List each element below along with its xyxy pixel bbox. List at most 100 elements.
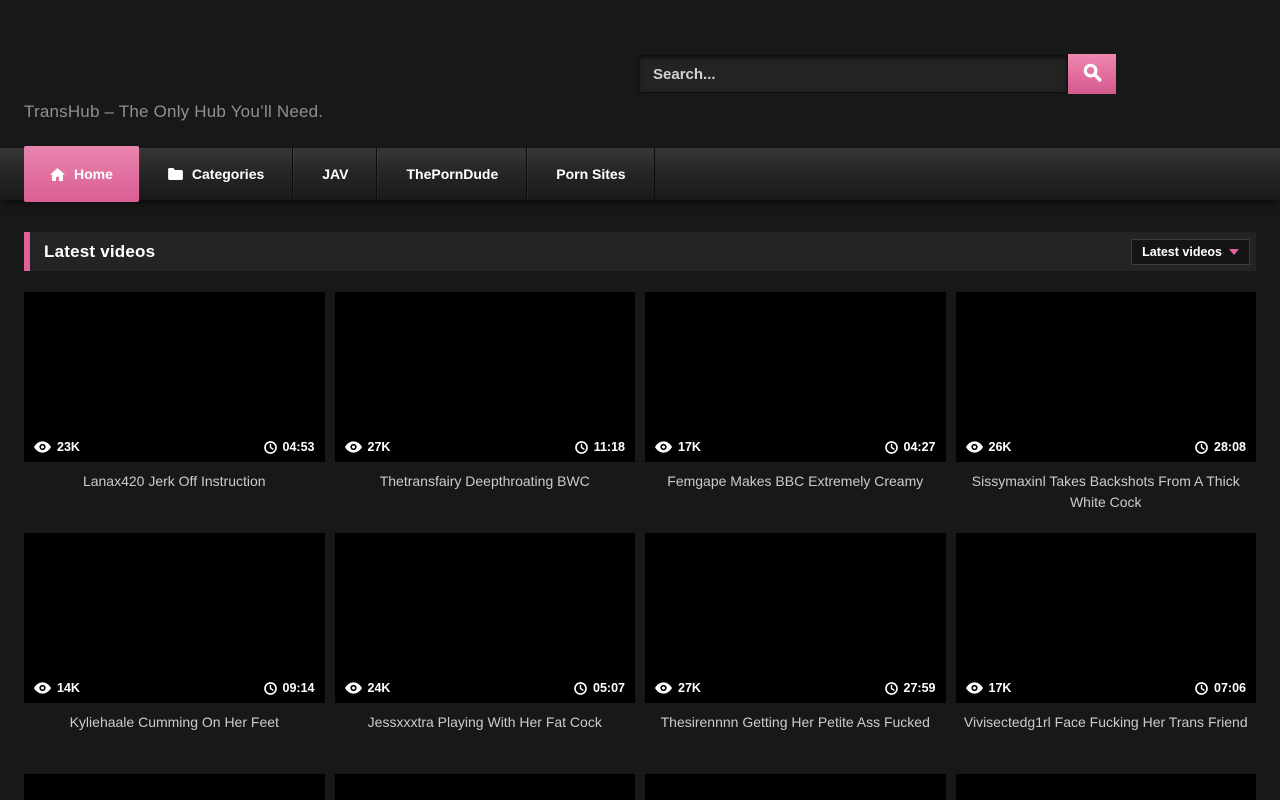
video-thumbnail[interactable]: 23K 04:53: [24, 292, 325, 462]
duration-group: 05:07: [574, 681, 625, 695]
nav-item-porn-sites[interactable]: Porn Sites: [527, 148, 654, 200]
video-duration: 05:07: [593, 681, 625, 695]
search-icon: [1083, 63, 1102, 85]
video-duration: 28:08: [1214, 440, 1246, 454]
video-meta-bar: 14K 09:14: [24, 673, 325, 703]
video-thumbnail[interactable]: 14K 09:14: [24, 533, 325, 703]
video-thumbnail[interactable]: [956, 774, 1257, 800]
view-count-group: 14K: [34, 681, 80, 695]
video-card[interactable]: 24K05:07 Jessxxxtra Playing With Her Fat …: [335, 533, 636, 754]
video-card[interactable]: 14K 09:14 Kyliehaale Cumming On Her Feet: [24, 533, 325, 754]
header: TransHub – The Only Hub You’ll Need.: [0, 0, 1280, 148]
nav-item-label: Categories: [192, 166, 264, 182]
video-thumbnail[interactable]: 27K 11:18: [335, 292, 636, 462]
nav-item-jav[interactable]: JAV: [293, 148, 377, 200]
view-count: 14K: [57, 681, 80, 695]
view-count-group: 27K: [345, 440, 391, 454]
video-duration: 27:59: [904, 681, 936, 695]
site-tagline: TransHub – The Only Hub You’ll Need.: [24, 102, 323, 122]
view-count-group: 17K: [655, 440, 701, 454]
video-card-partial[interactable]: [335, 774, 636, 800]
nav-item-label: JAV: [322, 166, 348, 182]
home-icon: [50, 168, 65, 181]
duration-group: 09:14: [264, 681, 315, 695]
section-title: Latest videos: [44, 242, 155, 262]
view-count: 17K: [678, 440, 701, 454]
duration-group: 11:18: [575, 440, 625, 454]
video-title[interactable]: Thetransfairy Deepthroating BWC: [335, 471, 636, 513]
video-thumbnail[interactable]: 26K 28:08: [956, 292, 1257, 462]
eye-icon: [34, 682, 51, 694]
video-card-partial[interactable]: [645, 774, 946, 800]
video-thumbnail[interactable]: [645, 774, 946, 800]
video-card[interactable]: 27K27:59 Thesirennnn Getting Her Petite A…: [645, 533, 946, 754]
view-count-group: 23K: [34, 440, 80, 454]
video-duration: 04:53: [283, 440, 315, 454]
view-count: 26K: [989, 440, 1012, 454]
view-count: 27K: [368, 440, 391, 454]
video-duration: 07:06: [1214, 681, 1246, 695]
eye-icon: [345, 441, 362, 453]
video-card[interactable]: 26K 28:08 Sissymaxinl Takes Backshots From…: [956, 292, 1257, 513]
video-duration: 09:14: [283, 681, 315, 695]
video-meta-bar: 26K 28:08: [956, 432, 1257, 462]
video-card[interactable]: 17K 07:06 Vivisectedg1rl Face Fucking Her …: [956, 533, 1257, 754]
eye-icon: [655, 682, 672, 694]
eye-icon: [966, 682, 983, 694]
folder-icon: [168, 168, 183, 180]
video-thumbnail[interactable]: [335, 774, 636, 800]
clock-icon: [575, 441, 588, 454]
video-title[interactable]: Kyliehaale Cumming On Her Feet: [24, 712, 325, 754]
view-count-group: 17K: [966, 681, 1012, 695]
video-card-partial[interactable]: [24, 774, 325, 800]
nav-item-theporndude[interactable]: ThePornDude: [377, 148, 527, 200]
video-meta-bar: 27K27:59: [645, 673, 946, 703]
video-title[interactable]: Femgape Makes BBC Extremely Creamy: [645, 471, 946, 513]
nav-item-categories[interactable]: Categories: [139, 148, 293, 200]
video-title[interactable]: Thesirennnn Getting Her Petite Ass Fucke…: [645, 712, 946, 754]
video-card[interactable]: 23K 04:53 Lanax420 Jerk Off Instruction: [24, 292, 325, 513]
duration-group: 07:06: [1195, 681, 1246, 695]
nav-item-home[interactable]: Home: [24, 146, 139, 202]
nav-item-label: Home: [74, 166, 113, 182]
clock-icon: [885, 441, 898, 454]
video-grid: 23K04:53Lanax420 Jerk Off Instruction27K…: [24, 292, 1256, 800]
video-thumbnail[interactable]: [24, 774, 325, 800]
clock-icon: [264, 682, 277, 695]
clock-icon: [574, 682, 587, 695]
video-title[interactable]: Jessxxxtra Playing With Her Fat Cock: [335, 712, 636, 754]
video-thumbnail[interactable]: 17K 07:06: [956, 533, 1257, 703]
video-thumbnail[interactable]: 17K 04:27: [645, 292, 946, 462]
duration-group: 27:59: [885, 681, 936, 695]
duration-group: 04:53: [264, 440, 315, 454]
clock-icon: [264, 441, 277, 454]
search-input[interactable]: [638, 55, 1068, 93]
clock-icon: [1195, 441, 1208, 454]
video-meta-bar: 24K05:07: [335, 673, 636, 703]
nav-item-label: ThePornDude: [406, 166, 498, 182]
duration-group: 04:27: [885, 440, 936, 454]
video-meta-bar: 23K 04:53: [24, 432, 325, 462]
video-thumbnail[interactable]: 27K27:59: [645, 533, 946, 703]
video-title[interactable]: Lanax420 Jerk Off Instruction: [24, 471, 325, 513]
sort-dropdown[interactable]: Latest videos: [1131, 239, 1250, 265]
video-title[interactable]: Vivisectedg1rl Face Fucking Her Trans Fr…: [956, 712, 1257, 754]
page: TransHub – The Only Hub You’ll Need. Hom…: [0, 0, 1280, 800]
section-header: Latest videos Latest videos: [24, 232, 1256, 271]
sort-dropdown-label: Latest videos: [1142, 245, 1222, 259]
video-meta-bar: 27K 11:18: [335, 432, 636, 462]
nav-list: Home Categories JAV ThePornDude Porn Sites: [24, 148, 1280, 200]
video-thumbnail[interactable]: 24K05:07: [335, 533, 636, 703]
view-count-group: 26K: [966, 440, 1012, 454]
video-card[interactable]: 17K 04:27 Femgape Makes BBC Extremely Crea…: [645, 292, 946, 513]
video-card-partial[interactable]: [956, 774, 1257, 800]
clock-icon: [885, 682, 898, 695]
video-card[interactable]: 27K 11:18 Thetransfairy Deepthroating BWC: [335, 292, 636, 513]
nav-item-label: Porn Sites: [556, 166, 625, 182]
view-count: 17K: [989, 681, 1012, 695]
eye-icon: [345, 682, 362, 694]
search-button[interactable]: [1068, 54, 1116, 94]
eye-icon: [34, 441, 51, 453]
video-title[interactable]: Sissymaxinl Takes Backshots From A Thick…: [956, 471, 1257, 513]
video-meta-bar: 17K 07:06: [956, 673, 1257, 703]
